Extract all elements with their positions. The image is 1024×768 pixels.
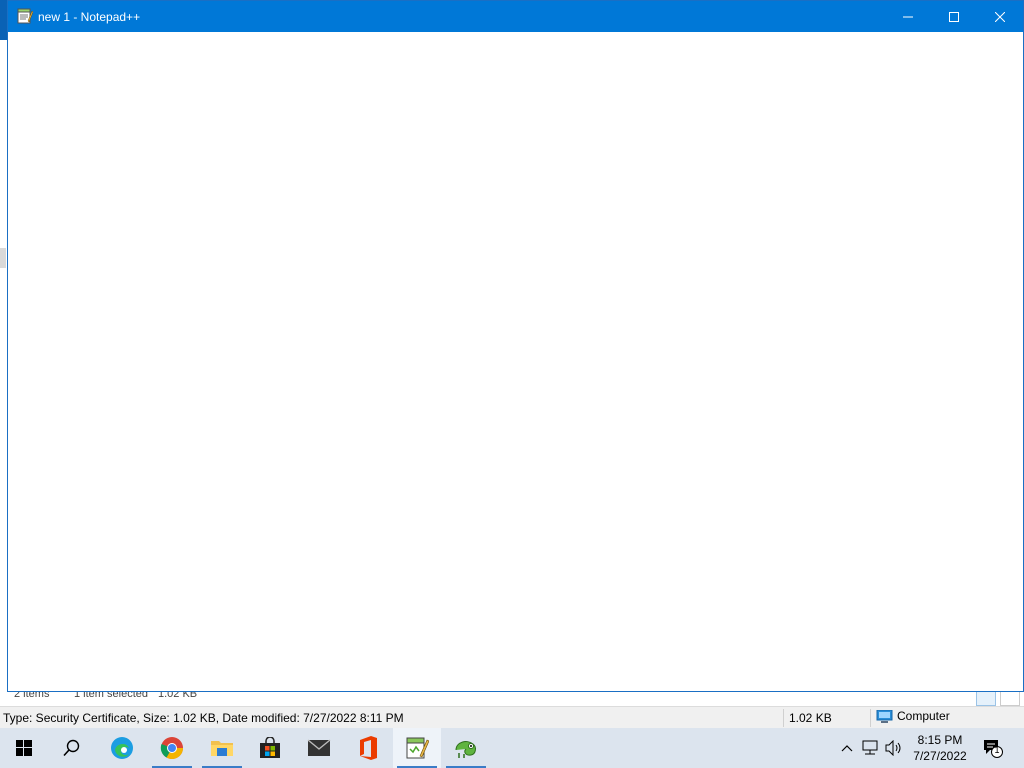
computer-icon (876, 709, 893, 723)
taskbar-mail[interactable] (295, 728, 343, 768)
file-details: Type: Security Certificate, Size: 1.02 K… (3, 711, 404, 725)
folder-icon (211, 741, 233, 756)
notepadpp-icon (406, 737, 429, 759)
chrome-icon (160, 737, 183, 759)
chevron-up-icon (841, 745, 853, 752)
taskbar-chrome[interactable] (148, 728, 196, 768)
notification-icon (984, 740, 1003, 758)
mail-icon (307, 739, 331, 756)
notification-count: 1 (994, 745, 1000, 755)
large-icons-view-button[interactable] (1000, 690, 1020, 706)
taskbar-notepadpp[interactable] (393, 728, 441, 768)
chameleon-icon (455, 741, 476, 758)
title-bar[interactable]: new 1 - Notepad++ (8, 1, 1023, 32)
details-bar: Type: Security Certificate, Size: 1.02 K… (0, 706, 1024, 728)
action-center-button[interactable]: 1 (982, 737, 1004, 759)
network-button[interactable] (862, 740, 880, 756)
notepadpp-window: new 1 - Notepad++ (7, 0, 1024, 692)
edge-icon (111, 737, 133, 759)
window-title: new 1 - Notepad++ (38, 10, 141, 24)
search-button[interactable] (48, 728, 96, 768)
maximize-button[interactable] (931, 1, 977, 32)
minimize-button[interactable] (885, 1, 931, 32)
zone-indicator: Computer (876, 709, 950, 723)
search-icon (63, 739, 80, 757)
windows-logo-icon (16, 740, 32, 756)
explorer-scroll-mark (0, 248, 6, 268)
taskbar-plugin-app[interactable] (442, 728, 490, 768)
details-view-button[interactable] (976, 690, 996, 706)
notepadpp-app-icon[interactable] (17, 8, 33, 24)
zone-label: Computer (897, 709, 950, 723)
volume-icon (885, 740, 901, 756)
taskbar-edge[interactable] (98, 728, 146, 768)
taskbar: 8:15 PM 7/27/2022 1 (0, 728, 1024, 768)
taskbar-file-explorer[interactable] (198, 728, 246, 768)
minimize-icon (903, 16, 913, 17)
taskbar-office[interactable] (344, 728, 392, 768)
start-button[interactable] (0, 728, 48, 768)
volume-button[interactable] (885, 740, 903, 756)
editor-area[interactable] (8, 32, 1023, 691)
file-size: 1.02 KB (789, 711, 832, 725)
store-icon (260, 737, 280, 758)
view-switcher (974, 690, 1024, 706)
clock-date: 7/27/2022 (913, 749, 967, 763)
taskbar-store[interactable] (246, 728, 294, 768)
network-icon (862, 740, 878, 755)
show-hidden-icons-button[interactable] (838, 740, 856, 756)
close-icon (995, 11, 1005, 22)
clock-button[interactable]: 8:15 PM 7/27/2022 (905, 732, 975, 764)
office-icon (360, 736, 377, 760)
maximize-icon (949, 11, 959, 22)
clock-time: 8:15 PM (917, 733, 963, 747)
close-button[interactable] (977, 1, 1023, 32)
